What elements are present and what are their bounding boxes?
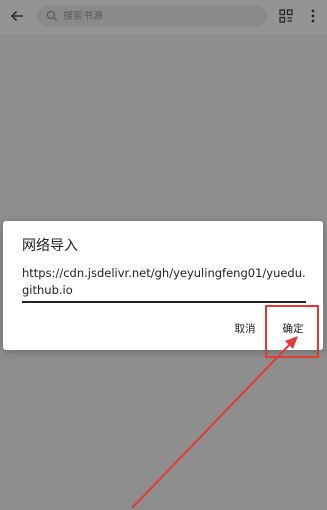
highlight-box [265, 305, 319, 358]
dialog-title: 网络导入 [22, 238, 78, 254]
cancel-button[interactable]: 取消 [225, 319, 265, 337]
url-input[interactable]: https://cdn.jsdelivr.net/gh/yeyulingfeng… [22, 265, 306, 303]
